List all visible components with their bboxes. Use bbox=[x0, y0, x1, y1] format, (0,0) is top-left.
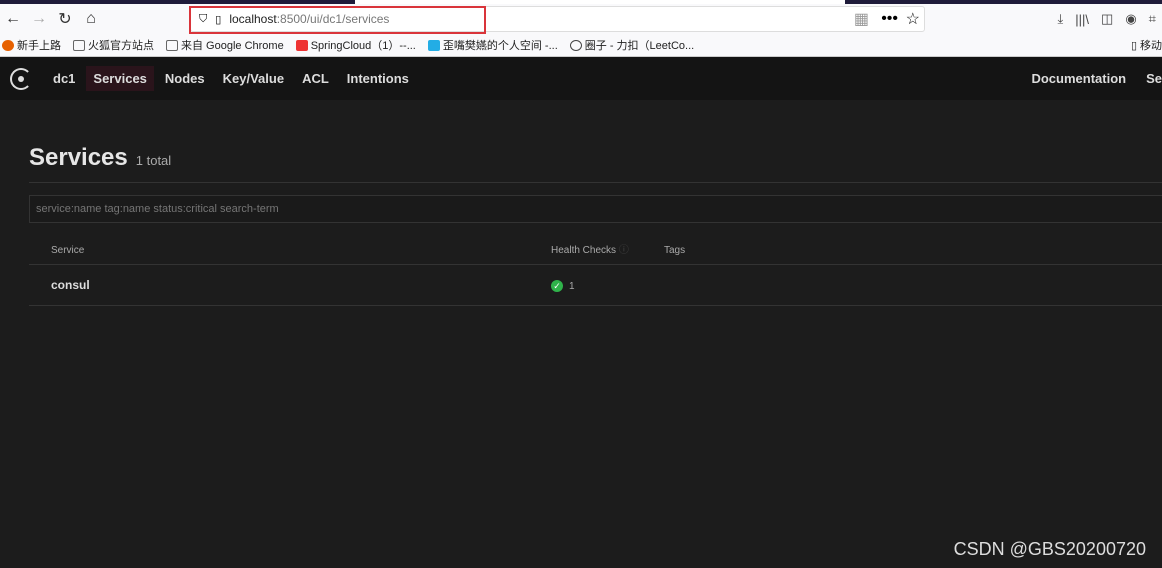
csdn-icon bbox=[295, 39, 308, 51]
watermark: CSDN @GBS20200720 bbox=[953, 539, 1146, 559]
bookmark-label: 移动 bbox=[1140, 40, 1162, 52]
service-name[interactable]: consul bbox=[29, 278, 551, 292]
header-service: Service bbox=[51, 245, 85, 256]
nav-services[interactable]: Services bbox=[86, 66, 154, 91]
table-header: Service Health Checks ⓘ Tags bbox=[29, 223, 1162, 265]
health-checks: ✓ 1 bbox=[551, 278, 664, 292]
check-passing-icon: ✓ bbox=[551, 280, 563, 292]
account-icon[interactable]: ◉ bbox=[1125, 11, 1136, 27]
mobile-icon: ▯ bbox=[1130, 39, 1137, 52]
bookmark[interactable]: 圈子 - 力扣（LeetCo... bbox=[569, 37, 695, 53]
nav-acl[interactable]: ACL bbox=[295, 66, 336, 91]
table-row[interactable]: consul ✓ 1 bbox=[29, 265, 1162, 306]
sidebar-icon[interactable]: ◫ bbox=[1101, 11, 1113, 27]
folder-icon bbox=[166, 39, 178, 51]
checks-count: 1 bbox=[569, 281, 575, 292]
url-bar[interactable]: ⛉ ▯ localhost:8500/ui/dc1/services ▦ •••… bbox=[189, 6, 925, 34]
main-content: Services 1 total Service Health Checks ⓘ … bbox=[0, 144, 1162, 306]
download-icon[interactable]: ⤓ bbox=[1058, 11, 1064, 27]
bookmark-label: 新手上路 bbox=[17, 40, 61, 52]
bookmark-label: SpringCloud（1）--... bbox=[310, 40, 416, 52]
bookmark[interactable]: 新手上路 bbox=[2, 37, 61, 53]
globe-icon bbox=[569, 39, 582, 51]
mobile-bookmarks[interactable]: ▯ 移动 bbox=[1131, 37, 1162, 53]
nav-intentions[interactable]: Intentions bbox=[340, 66, 416, 91]
nav-key-value[interactable]: Key/Value bbox=[216, 66, 291, 91]
qr-icon[interactable]: ▦ bbox=[854, 9, 869, 29]
header-tags: Tags bbox=[664, 245, 686, 256]
service-count: 1 total bbox=[135, 153, 172, 168]
more-icon[interactable]: ••• bbox=[881, 10, 898, 28]
nav-settings[interactable]: Se bbox=[1146, 71, 1162, 86]
bookmarks-bar: 新手上路 火狐官方站点 来自 Google Chrome SpringCloud… bbox=[0, 34, 1162, 57]
app-nav: dc1 Services Nodes Key/Value ACL Intenti… bbox=[0, 57, 1162, 100]
bilibili-icon bbox=[427, 39, 440, 51]
bookmark[interactable]: SpringCloud（1）--... bbox=[295, 37, 416, 53]
bookmark-label: 火狐官方站点 bbox=[88, 40, 154, 52]
forward-icon[interactable]: → bbox=[26, 10, 52, 28]
header-label: Health Checks bbox=[551, 245, 617, 256]
bookmark[interactable]: 来自 Google Chrome bbox=[166, 37, 284, 53]
crop-icon[interactable]: ⌗ bbox=[1149, 11, 1156, 27]
bookmark[interactable]: 歪嘴樊嬿的个人空间 -... bbox=[427, 37, 558, 53]
bookmark-label: 歪嘴樊嬿的个人空间 -... bbox=[442, 40, 558, 52]
url-highlight bbox=[189, 6, 486, 34]
header-health-checks: Health Checks ⓘ bbox=[551, 241, 664, 256]
browser-toolbar: ← → ↻ ⌂ ⛉ ▯ localhost:8500/ui/dc1/servic… bbox=[0, 4, 1162, 34]
search-input[interactable] bbox=[29, 195, 1162, 223]
datacenter-selector[interactable]: dc1 bbox=[46, 66, 82, 91]
star-icon[interactable]: ☆ bbox=[906, 9, 920, 29]
bookmark-label: 圈子 - 力扣（LeetCo... bbox=[584, 40, 695, 52]
firefox-icon bbox=[2, 39, 14, 51]
nav-documentation[interactable]: Documentation bbox=[1031, 71, 1126, 86]
consul-logo-icon[interactable] bbox=[10, 67, 32, 90]
page-title: Services 1 total bbox=[29, 144, 1162, 183]
home-icon[interactable]: ⌂ bbox=[78, 10, 104, 28]
title-text: Services bbox=[29, 144, 128, 171]
info-icon[interactable]: ⓘ bbox=[619, 245, 629, 256]
reload-icon[interactable]: ↻ bbox=[52, 9, 78, 29]
bookmark[interactable]: 火狐官方站点 bbox=[73, 37, 154, 53]
nav-nodes[interactable]: Nodes bbox=[158, 66, 212, 91]
back-icon[interactable]: ← bbox=[0, 10, 26, 28]
library-icon[interactable]: |||\ bbox=[1075, 12, 1089, 27]
bookmark-label: 来自 Google Chrome bbox=[181, 40, 284, 52]
folder-icon bbox=[73, 39, 85, 51]
